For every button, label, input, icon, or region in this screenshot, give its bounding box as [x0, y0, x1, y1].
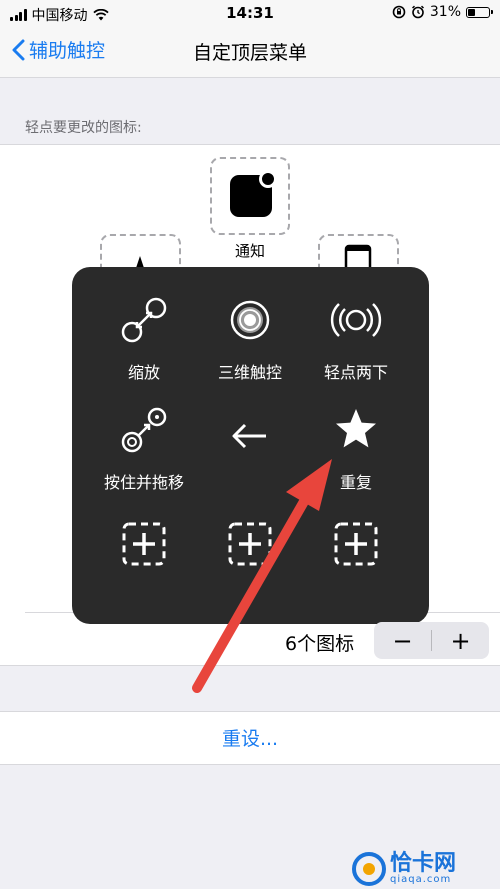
watermark-title: 恰卡网 [390, 850, 457, 876]
watermark-subtitle: qiaqa.com [390, 873, 452, 885]
watermark-circle-icon [352, 851, 386, 886]
watermark-text: 恰卡网 qiaqa.com [390, 850, 457, 885]
watermark-logo: 恰卡网 qiaqa.com [352, 848, 500, 889]
annotation-arrow [192, 459, 332, 693]
